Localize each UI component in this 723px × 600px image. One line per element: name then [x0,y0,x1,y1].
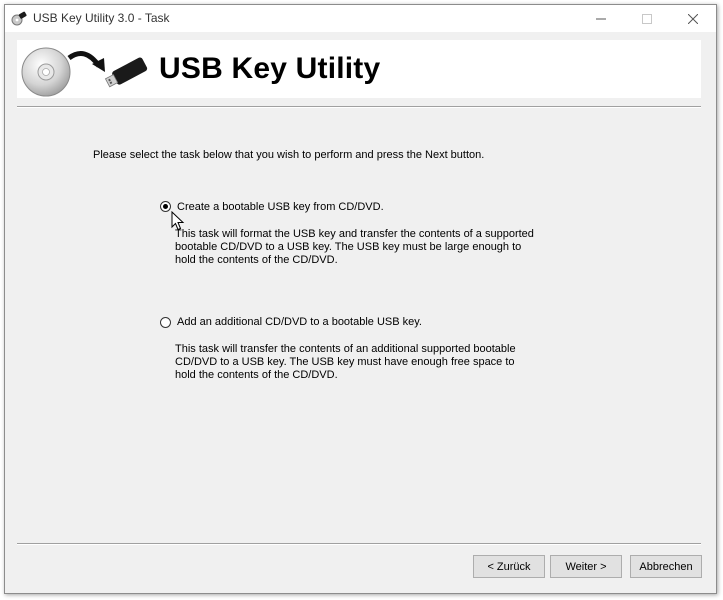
header-banner: USB Key Utility [17,40,701,98]
option-add-radio[interactable] [160,317,171,328]
option-add-label[interactable]: Add an additional CD/DVD to a bootable U… [177,316,422,328]
instructions-text: Please select the task below that you wi… [93,149,485,161]
app-icon [11,11,27,26]
back-button[interactable]: < Zurück [473,555,545,578]
top-divider [17,106,701,108]
close-icon [688,13,698,24]
cd-to-usb-icon [21,47,148,97]
dialog-window: USB Key Utility 3.0 - Task USB Key Utili… [4,4,717,594]
maximize-button[interactable] [624,5,670,32]
next-button[interactable]: Weiter > [550,555,622,578]
cancel-button[interactable]: Abbrechen [630,555,702,578]
window-title: USB Key Utility 3.0 - Task [33,11,170,25]
title-bar[interactable]: USB Key Utility 3.0 - Task [5,5,716,32]
minimize-button[interactable] [578,5,624,32]
minimize-icon [596,18,606,19]
option-add-description: This task will transfer the contents of … [175,343,516,381]
mouse-cursor-icon [171,211,185,231]
option-create-radio[interactable] [160,201,171,212]
option-create-description: This task will format the USB key and tr… [175,228,534,266]
bottom-divider [17,543,701,545]
close-button[interactable] [670,5,716,32]
header-title: USB Key Utility [159,52,381,85]
option-create-label[interactable]: Create a bootable USB key from CD/DVD. [177,201,384,213]
maximize-icon [642,13,652,24]
